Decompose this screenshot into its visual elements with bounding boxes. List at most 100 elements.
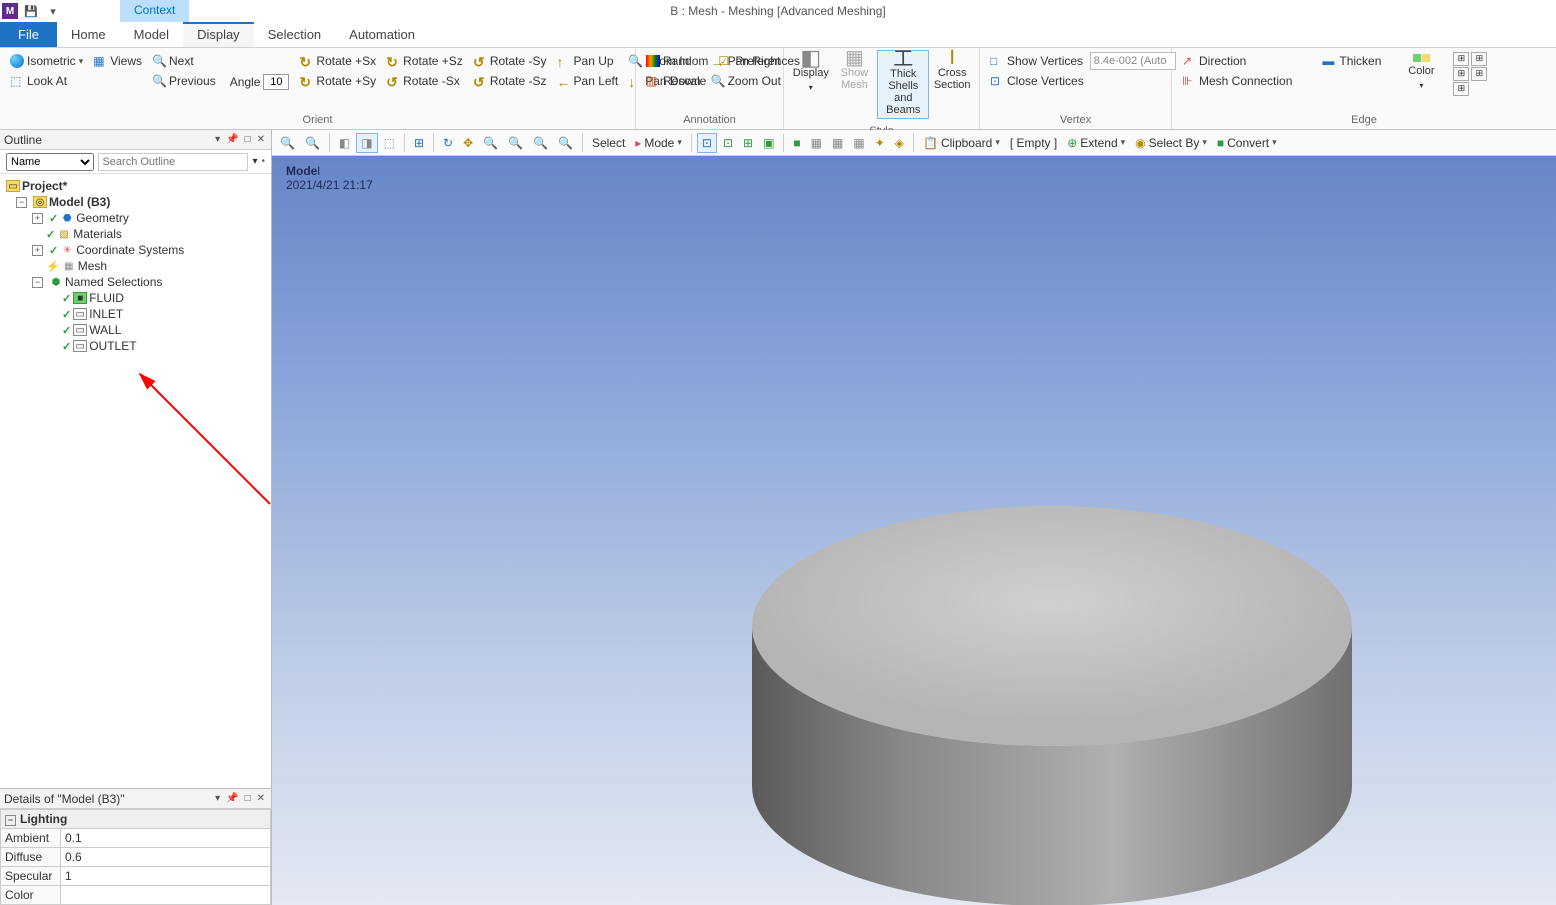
pan-left-button[interactable]: ←Pan Left bbox=[553, 72, 623, 90]
wireframe-icon[interactable]: ⬚ bbox=[380, 134, 399, 152]
tree-mesh[interactable]: ⚡▦Mesh bbox=[2, 258, 269, 274]
show-vertices-button[interactable]: □Show Vertices bbox=[986, 52, 1088, 70]
panel-max-icon[interactable]: □ bbox=[243, 134, 253, 145]
edge-small-icon[interactable]: ⊞ bbox=[1471, 52, 1487, 66]
extend-button[interactable]: ⊕Extend bbox=[1063, 134, 1129, 152]
panel-max-icon[interactable]: □ bbox=[243, 793, 253, 804]
panel-pin-icon[interactable]: 📌 bbox=[224, 793, 240, 804]
zoom-fit-icon[interactable]: 🔍 bbox=[554, 134, 577, 152]
sel-node-icon[interactable]: ▦ bbox=[807, 134, 826, 152]
cross-section-button[interactable]: ⅠCross Section bbox=[931, 50, 973, 93]
display-big-button[interactable]: ◧Display▾ bbox=[790, 50, 832, 96]
rotate-nsz-button[interactable]: ↺Rotate -Sz bbox=[469, 72, 551, 90]
tree-materials[interactable]: ✓▧Materials bbox=[2, 226, 269, 242]
expand-icon[interactable]: + bbox=[32, 213, 43, 224]
panel-close-icon[interactable]: ✕ bbox=[255, 793, 267, 804]
sel-misc2-icon[interactable]: ◈ bbox=[891, 134, 908, 152]
next-button[interactable]: 🔍Next bbox=[148, 52, 220, 70]
table-row[interactable]: Specular1 bbox=[1, 867, 271, 886]
collapse-icon[interactable]: − bbox=[32, 277, 43, 288]
tree-project[interactable]: ▭Project* bbox=[2, 178, 269, 194]
menu-automation[interactable]: Automation bbox=[335, 22, 429, 47]
sel-body-icon[interactable]: ■ bbox=[789, 134, 804, 152]
outline-search-input[interactable] bbox=[98, 153, 248, 171]
edge-small-icon[interactable]: ⊞ bbox=[1453, 67, 1469, 81]
pan-icon[interactable]: ✥ bbox=[459, 134, 477, 152]
edge-small-icon[interactable]: ⊞ bbox=[1453, 82, 1469, 96]
zoom-box-icon[interactable]: 🔍 bbox=[529, 134, 552, 152]
sel-face-icon[interactable]: ▣ bbox=[759, 134, 778, 152]
zoom-fit-icon[interactable]: 🔍 bbox=[276, 134, 299, 152]
menu-selection[interactable]: Selection bbox=[254, 22, 335, 47]
pan-up-button[interactable]: ↑Pan Up bbox=[553, 52, 623, 70]
tree-geometry[interactable]: +✓⬣Geometry bbox=[2, 210, 269, 226]
panel-dropdown-icon[interactable]: ▾ bbox=[213, 134, 222, 145]
search-dropdown-icon[interactable]: ▾ bbox=[252, 156, 257, 167]
sel-elem-icon[interactable]: ▦ bbox=[828, 134, 847, 152]
isometric-button[interactable]: Isometric bbox=[6, 52, 87, 70]
menu-home[interactable]: Home bbox=[57, 22, 120, 47]
convert-button[interactable]: ■Convert bbox=[1213, 134, 1281, 152]
rotate-psx-button[interactable]: ↻Rotate +Sx bbox=[295, 52, 380, 70]
tree-outlet[interactable]: ✓▭OUTLET bbox=[2, 338, 269, 354]
table-row[interactable]: Color bbox=[1, 886, 271, 905]
rotate-psz-button[interactable]: ↻Rotate +Sz bbox=[382, 52, 467, 70]
vertex-value-input[interactable] bbox=[1090, 52, 1176, 70]
sel-edge-icon[interactable]: ⊞ bbox=[739, 134, 757, 152]
zoom-in-icon[interactable]: 🔍 bbox=[479, 134, 502, 152]
clipboard-button[interactable]: 📋Clipboard bbox=[919, 134, 1004, 152]
cube-shade-icon[interactable]: ◨ bbox=[356, 133, 377, 153]
chevron-icon[interactable]: • bbox=[261, 156, 265, 167]
collapse-icon[interactable]: − bbox=[16, 197, 27, 208]
show-mesh-button[interactable]: ▦Show Mesh bbox=[834, 50, 876, 93]
rotate-nsy-button[interactable]: ↺Rotate -Sy bbox=[469, 52, 551, 70]
rotate-nsx-button[interactable]: ↺Rotate -Sx bbox=[382, 72, 467, 90]
thicken-button[interactable]: ▬Thicken bbox=[1318, 52, 1385, 70]
look-at-button[interactable]: ⬚Look At bbox=[6, 72, 87, 90]
table-row[interactable]: Diffuse0.6 bbox=[1, 848, 271, 867]
expand-icon[interactable]: + bbox=[32, 245, 43, 256]
tree-coord[interactable]: +✓✳Coordinate Systems bbox=[2, 242, 269, 258]
zoom-out-icon[interactable]: 🔍 bbox=[504, 134, 527, 152]
views-button[interactable]: ▦Views bbox=[89, 52, 146, 70]
menu-model[interactable]: Model bbox=[120, 22, 183, 47]
tree-wall[interactable]: ✓▭WALL bbox=[2, 322, 269, 338]
previous-button[interactable]: 🔍Previous bbox=[148, 72, 220, 90]
tree-fluid[interactable]: ✓■FLUID bbox=[2, 290, 269, 306]
color-button[interactable]: Color▾ bbox=[1397, 52, 1445, 94]
thick-shells-button[interactable]: 工Thick Shells and Beams bbox=[877, 50, 929, 119]
tree-named-sel[interactable]: −⬢Named Selections bbox=[2, 274, 269, 290]
mesh-connection-button[interactable]: ⊪Mesh Connection bbox=[1178, 72, 1296, 90]
menu-display[interactable]: Display bbox=[183, 22, 254, 47]
outline-filter-select[interactable]: Name bbox=[6, 153, 94, 171]
rotate-psy-button[interactable]: ↻Rotate +Sy bbox=[295, 72, 380, 90]
qa-dropdown-icon[interactable]: ▾ bbox=[44, 2, 62, 20]
sel-vert-icon[interactable]: ⊡ bbox=[719, 134, 737, 152]
select-by-button[interactable]: ◉Select By bbox=[1131, 134, 1211, 152]
sel-elface-icon[interactable]: ▦ bbox=[849, 134, 868, 152]
sel-misc-icon[interactable]: ✦ bbox=[871, 134, 889, 152]
rescale-button[interactable]: ▥Rescale bbox=[642, 72, 712, 90]
panel-dropdown-icon[interactable]: ▾ bbox=[213, 793, 222, 804]
explode-icon[interactable]: ⊞ bbox=[410, 134, 428, 152]
angle-input[interactable] bbox=[263, 74, 289, 90]
close-vertices-button[interactable]: ⊡Close Vertices bbox=[986, 72, 1088, 90]
panel-close-icon[interactable]: ✕ bbox=[255, 134, 267, 145]
table-row[interactable]: Ambient0.1 bbox=[1, 829, 271, 848]
edge-small-icon[interactable]: ⊞ bbox=[1471, 67, 1487, 81]
tree-inlet[interactable]: ✓▭INLET bbox=[2, 306, 269, 322]
sel-box-icon[interactable]: ⊡ bbox=[697, 133, 717, 153]
canvas-3d[interactable]: Model 2021/4/21 21:17 bbox=[272, 156, 1556, 905]
tree-model[interactable]: −◎Model (B3) bbox=[2, 194, 269, 210]
edge-small-icon[interactable]: ⊞ bbox=[1453, 52, 1469, 66]
panel-pin-icon[interactable]: 📌 bbox=[224, 134, 240, 145]
mode-button[interactable]: ▸Mode bbox=[631, 134, 686, 152]
cube-icon[interactable]: ◧ bbox=[335, 134, 354, 152]
zoom-icon[interactable]: 🔍 bbox=[301, 134, 324, 152]
collapse-icon[interactable]: − bbox=[5, 815, 16, 826]
context-tab[interactable]: Context bbox=[120, 0, 189, 22]
menu-file[interactable]: File bbox=[0, 22, 57, 47]
rotate-icon[interactable]: ↻ bbox=[439, 134, 457, 152]
direction-button[interactable]: ↗Direction bbox=[1178, 52, 1296, 70]
random-button[interactable]: Random bbox=[642, 52, 712, 70]
